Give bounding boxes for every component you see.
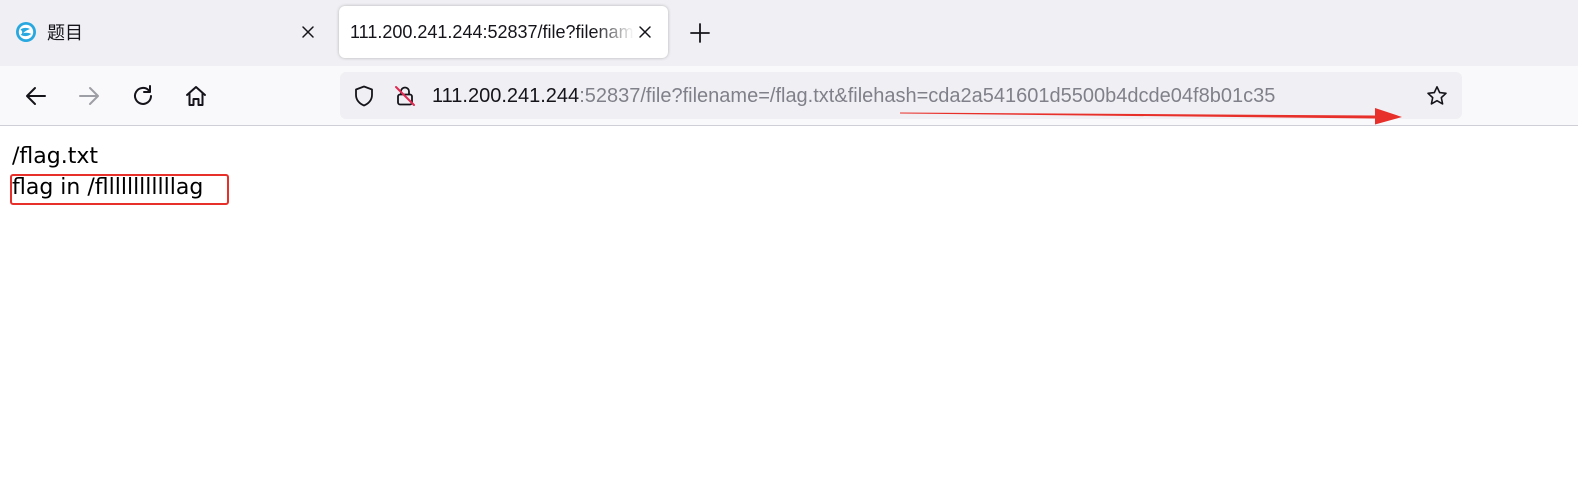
star-icon[interactable]	[1425, 84, 1449, 108]
close-tab-icon[interactable]	[635, 22, 655, 42]
tab-strip: 题目 111.200.241.244:52837/file?filename=/…	[0, 0, 1578, 66]
tab-title: 题目	[47, 23, 83, 43]
file-path-line: /flag.txt	[12, 144, 98, 169]
navigation-toolbar: 111.200.241.244:52837/file?filename=/fla…	[0, 66, 1578, 126]
annotation-highlight-box	[10, 174, 229, 205]
back-arrow-icon[interactable]	[20, 80, 52, 112]
tab-title: 111.200.241.244:52837/file?filename=/fla…	[350, 21, 634, 42]
address-bar[interactable]: 111.200.241.244:52837/file?filename=/fla…	[340, 72, 1462, 119]
globe-logo-icon	[15, 21, 37, 43]
new-tab-plus-icon[interactable]	[686, 19, 714, 47]
reload-icon[interactable]	[127, 80, 159, 112]
url-text[interactable]: 111.200.241.244:52837/file?filename=/fla…	[432, 84, 1275, 108]
insecure-lock-icon[interactable]	[393, 84, 417, 108]
tab-problem[interactable]: 题目	[6, 6, 326, 58]
tab-flag-file[interactable]: 111.200.241.244:52837/file?filename=/fla…	[339, 6, 668, 58]
url-host: 111.200.241.244	[432, 85, 580, 107]
forward-arrow-icon[interactable]	[73, 80, 105, 112]
home-icon[interactable]	[180, 80, 212, 112]
shield-icon[interactable]	[352, 84, 376, 108]
close-tab-icon[interactable]	[298, 22, 318, 42]
url-path: :52837/file?filename=/flag.txt&filehash=…	[579, 85, 1276, 107]
